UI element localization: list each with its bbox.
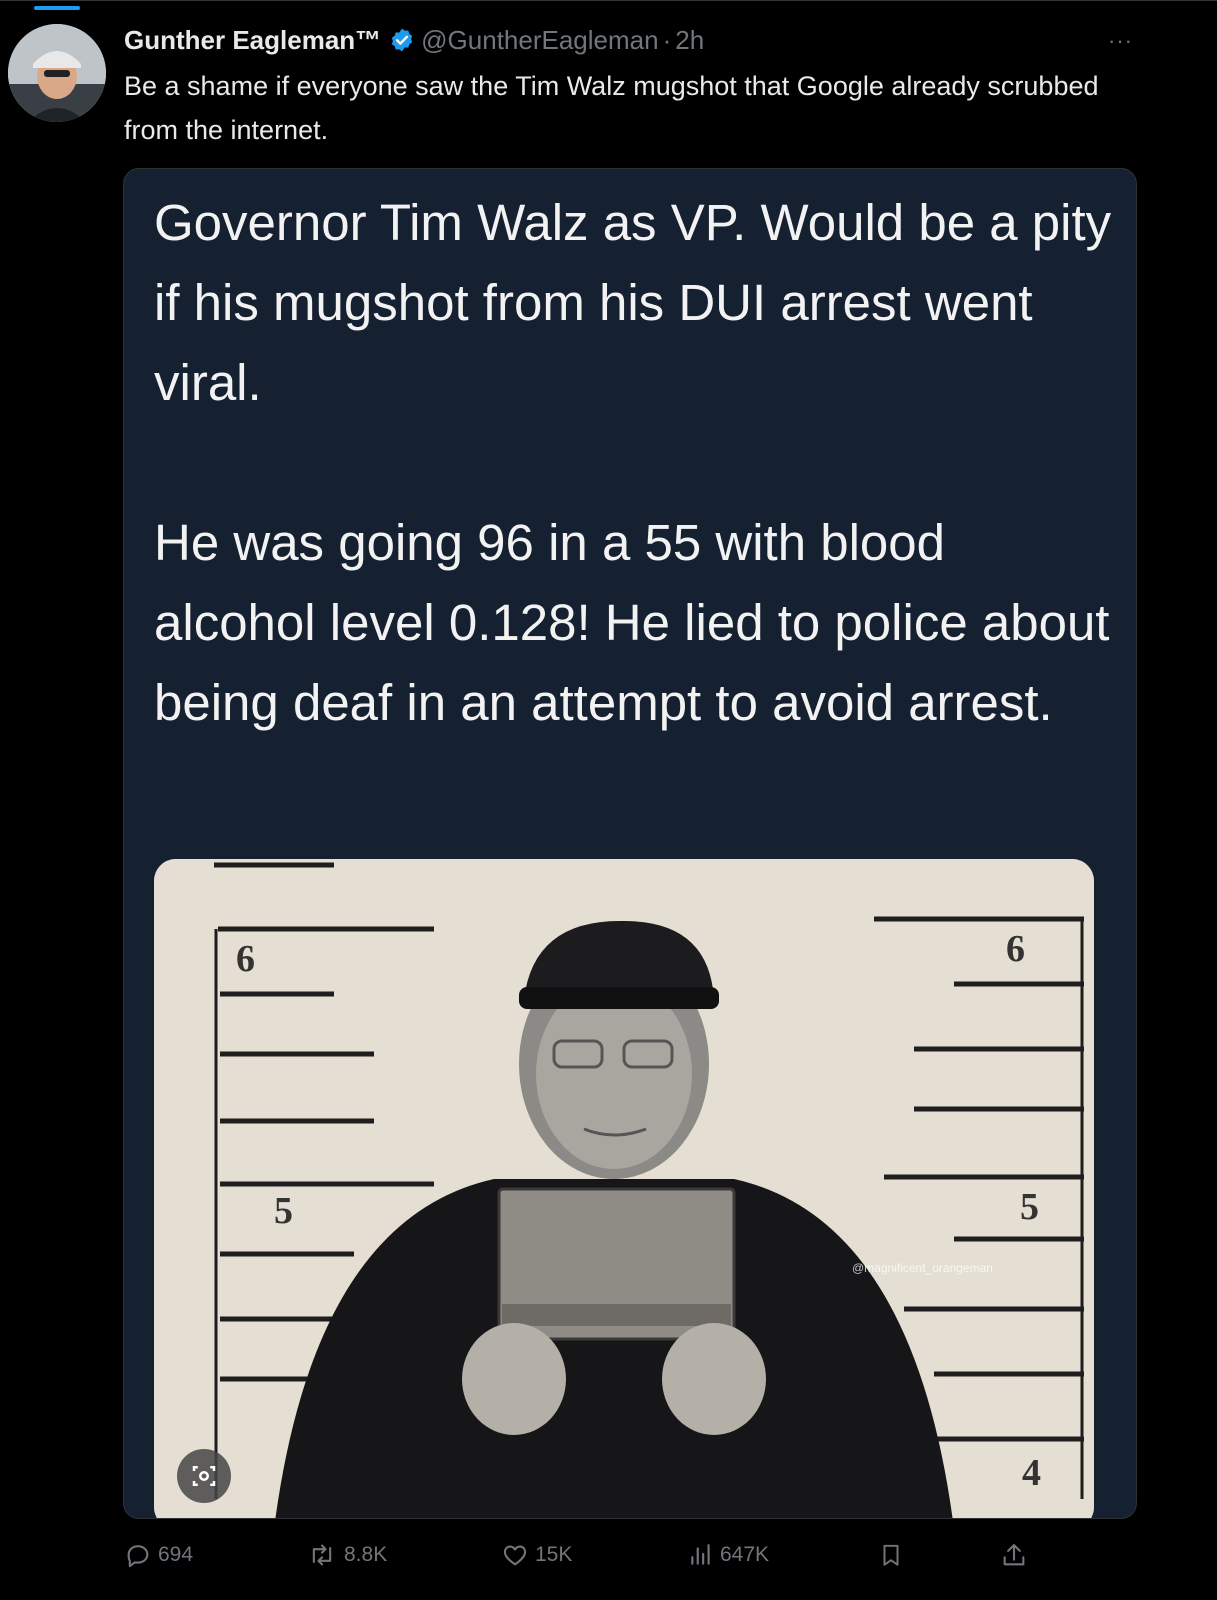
share-button[interactable] [1000, 1530, 1034, 1580]
repost-icon [312, 1544, 332, 1566]
media-caption: Governor Tim Walz as VP. Would be a pity… [154, 183, 1114, 743]
reply-button[interactable]: 694 [124, 1530, 193, 1580]
reply-icon [127, 1545, 149, 1568]
active-indicator [34, 6, 80, 10]
ruler-right-6: 6 [1006, 928, 1025, 970]
caption-paragraph-2: He was going 96 in a 55 with blood alcoh… [154, 514, 1110, 731]
like-button[interactable]: 15K [501, 1530, 572, 1580]
views-button[interactable]: 647K [688, 1530, 769, 1580]
ruler-right-4: 4 [1022, 1452, 1041, 1494]
alt-media-icon[interactable] [177, 1449, 231, 1503]
views-icon [691, 1544, 710, 1565]
view-count: 647K [720, 1543, 770, 1566]
watermark: @magnificent_orangeman [852, 1261, 993, 1275]
repost-button[interactable]: 8.8K [306, 1530, 387, 1580]
repost-count: 8.8K [344, 1543, 388, 1566]
mugshot-photo[interactable]: 6 5 6 5 4 @magnificent_orangeman [154, 859, 1094, 1518]
avatar[interactable] [8, 24, 106, 122]
author-name[interactable]: Gunther Eagleman™ [124, 25, 381, 56]
ruler-left-5: 5 [274, 1190, 293, 1232]
bookmark-icon [883, 1544, 899, 1566]
tweet-header: Gunther Eagleman™ @GuntherEagleman · 2h [124, 22, 704, 58]
caption-paragraph-1: Governor Tim Walz as VP. Would be a pity… [154, 194, 1112, 411]
ruler-right-5: 5 [1020, 1186, 1039, 1228]
action-bar: 694 8.8K 15K 647K [0, 1530, 1217, 1580]
reply-count: 694 [158, 1543, 194, 1566]
top-divider [0, 0, 1217, 1]
mugshot-image [154, 859, 1094, 1518]
avatar-image [8, 24, 106, 122]
share-icon [1003, 1544, 1025, 1566]
bookmark-button[interactable] [878, 1530, 910, 1580]
like-count: 15K [535, 1543, 573, 1566]
more-icon[interactable]: ··· [1108, 28, 1133, 54]
separator: · [662, 24, 672, 55]
ruler-left-6: 6 [236, 938, 255, 980]
like-icon [503, 1545, 527, 1566]
tweet-media[interactable]: Governor Tim Walz as VP. Would be a pity… [123, 168, 1137, 1519]
timestamp[interactable]: 2h [675, 25, 704, 56]
author-handle[interactable]: @GuntherEagleman [421, 25, 658, 56]
tweet-text: Be a shame if everyone saw the Tim Walz … [124, 71, 1099, 145]
verified-badge-icon [391, 28, 413, 52]
